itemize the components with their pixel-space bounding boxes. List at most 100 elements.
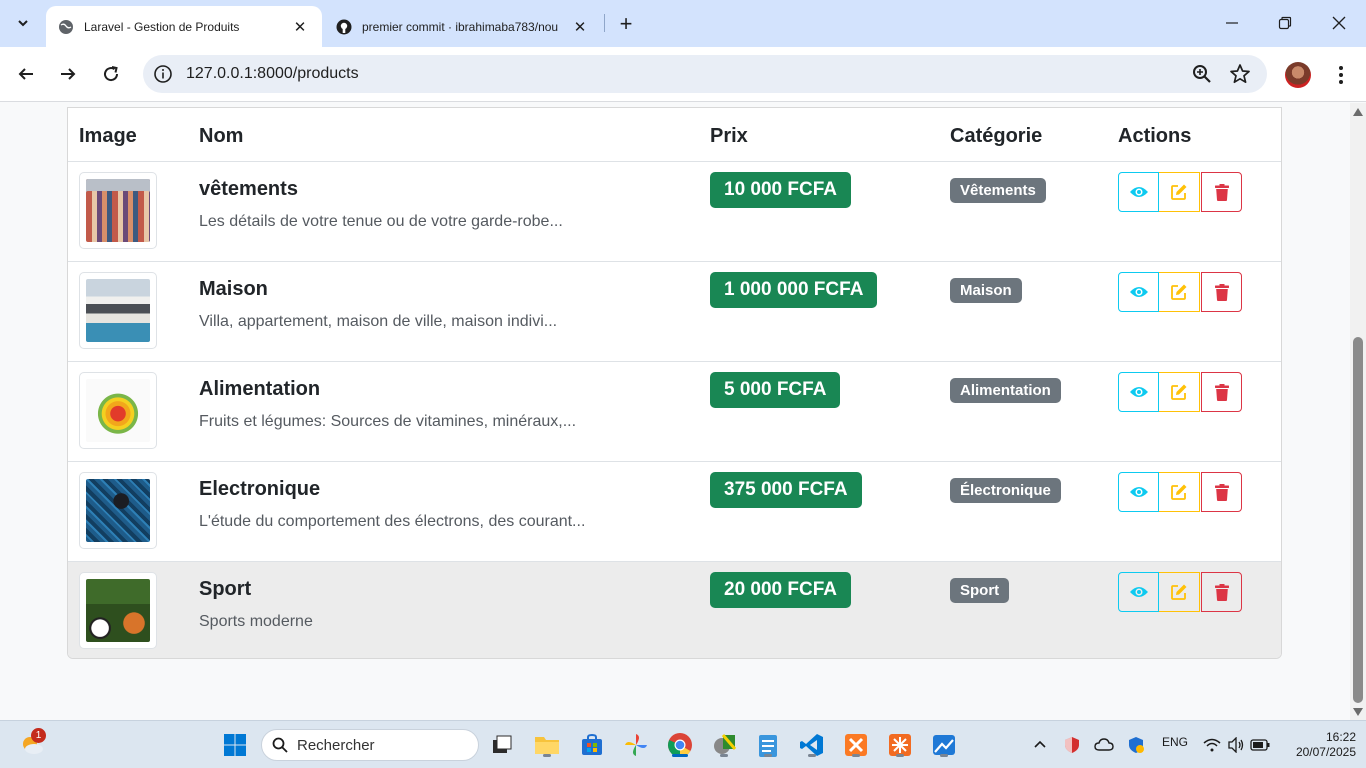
minimize-button[interactable]	[1207, 8, 1257, 38]
tab-laravel[interactable]: Laravel - Gestion de Produits ✕	[46, 6, 322, 47]
trash-icon	[1214, 183, 1229, 201]
delete-button[interactable]	[1201, 172, 1242, 212]
delete-button[interactable]	[1201, 472, 1242, 512]
view-button[interactable]	[1118, 172, 1159, 212]
photos-app[interactable]	[620, 729, 652, 761]
site-info-icon[interactable]	[153, 64, 173, 84]
security-tray-icon[interactable]	[1056, 729, 1088, 761]
browser-menu-button[interactable]	[1328, 62, 1354, 88]
pinned-app[interactable]	[708, 729, 740, 761]
notification-badge: 1	[31, 728, 46, 743]
battery-tray-icon[interactable]	[1244, 729, 1276, 761]
product-thumbnail	[79, 472, 157, 549]
new-tab-button[interactable]: +	[612, 10, 640, 38]
edit-button[interactable]	[1159, 272, 1200, 312]
row-actions	[1118, 272, 1242, 312]
url-text[interactable]: 127.0.0.1:8000/products	[186, 65, 359, 83]
onedrive-tray-icon[interactable]	[1088, 729, 1120, 761]
delete-button[interactable]	[1201, 272, 1242, 312]
xampp-app[interactable]	[840, 729, 872, 761]
notepad-app[interactable]	[752, 729, 784, 761]
pinned-app-2[interactable]	[928, 729, 960, 761]
edit-icon	[1171, 484, 1187, 500]
system-clock[interactable]: 16:22 20/07/2025	[1276, 730, 1356, 760]
task-view-button[interactable]	[486, 729, 518, 761]
eye-icon	[1129, 587, 1148, 597]
product-name: vêtements	[199, 178, 298, 200]
header-actions: Actions	[1118, 125, 1192, 147]
category-badge: Alimentation	[950, 378, 1061, 403]
edit-button[interactable]	[1159, 472, 1200, 512]
running-indicator	[808, 754, 816, 757]
start-button[interactable]	[219, 729, 251, 761]
view-button[interactable]	[1118, 572, 1159, 612]
xampp-control-app[interactable]	[884, 729, 916, 761]
edit-button[interactable]	[1159, 572, 1200, 612]
product-description: Villa, appartement, maison de ville, mai…	[199, 313, 558, 330]
row-actions	[1118, 572, 1242, 612]
show-hidden-icons-button[interactable]	[1024, 729, 1056, 761]
tab-title: premier commit · ibrahimaba783/nou	[362, 19, 559, 34]
edit-icon	[1171, 584, 1187, 600]
language-indicator[interactable]: ENG	[1162, 735, 1188, 749]
clock-date: 20/07/2025	[1295, 745, 1356, 759]
edit-button[interactable]	[1159, 172, 1200, 212]
circuit-board-image	[86, 479, 150, 542]
view-button[interactable]	[1118, 272, 1159, 312]
windows-icon	[224, 734, 246, 756]
zoom-icon[interactable]	[1191, 63, 1213, 85]
view-button[interactable]	[1118, 472, 1159, 512]
search-icon	[272, 737, 288, 753]
arrow-left-icon	[18, 68, 33, 80]
eye-icon	[1129, 487, 1148, 497]
file-explorer-app[interactable]	[531, 729, 563, 761]
scrollbar-thumb[interactable]	[1353, 337, 1363, 703]
close-tab-icon[interactable]: ✕	[570, 17, 590, 37]
view-button[interactable]	[1118, 372, 1159, 412]
vscode-app[interactable]	[796, 729, 828, 761]
microsoft-store-app[interactable]	[576, 729, 608, 761]
scroll-down-arrow[interactable]	[1352, 707, 1364, 717]
restore-button[interactable]	[1260, 8, 1310, 38]
windows-taskbar: 1 Rechercher ENG 16:22 20/07/2025	[0, 720, 1366, 768]
close-tab-icon[interactable]: ✕	[290, 17, 310, 37]
sports-equipment-image	[86, 579, 150, 642]
cloud-icon	[1094, 738, 1114, 751]
trash-icon	[1214, 583, 1229, 601]
defender-tray-icon[interactable]	[1120, 729, 1152, 761]
delete-button[interactable]	[1201, 372, 1242, 412]
running-indicator	[852, 754, 860, 757]
close-window-button[interactable]	[1314, 8, 1364, 38]
taskbar-search[interactable]: Rechercher	[261, 729, 479, 761]
product-description: L'étude du comportement des électrons, d…	[199, 513, 586, 530]
chevron-up-icon	[1034, 740, 1046, 748]
address-bar[interactable]: 127.0.0.1:8000/products	[143, 55, 1267, 93]
back-button[interactable]	[11, 59, 41, 89]
page-viewport: Image Nom Prix Catégorie Actions vêtemen…	[0, 103, 1350, 720]
shield-warning-icon	[1129, 737, 1144, 753]
scroll-up-arrow[interactable]	[1352, 107, 1364, 117]
chrome-app[interactable]	[664, 729, 696, 761]
price-badge: 1 000 000 FCFA	[710, 272, 878, 308]
table-row: Maison Villa, appartement, maison de vil…	[68, 262, 1281, 362]
edit-icon	[1171, 384, 1187, 400]
trash-icon	[1214, 283, 1229, 301]
forward-button[interactable]	[53, 59, 83, 89]
tab-search-button[interactable]	[6, 8, 40, 38]
chevron-down-icon	[18, 20, 28, 27]
product-name: Alimentation	[199, 378, 321, 400]
tab-github[interactable]: premier commit · ibrahimaba783/nou ✕	[324, 6, 602, 47]
delete-button[interactable]	[1201, 572, 1242, 612]
bookmark-star-icon[interactable]	[1229, 63, 1251, 85]
table-row: Alimentation Fruits et légumes: Sources …	[68, 362, 1281, 462]
product-thumbnail	[79, 272, 157, 349]
edit-icon	[1171, 284, 1187, 300]
shield-icon	[1065, 737, 1079, 753]
reload-button[interactable]	[96, 59, 126, 89]
minimize-icon	[1226, 22, 1238, 24]
product-name: Maison	[199, 278, 268, 300]
restore-icon	[1278, 16, 1292, 30]
edit-button[interactable]	[1159, 372, 1200, 412]
profile-avatar[interactable]	[1285, 62, 1311, 88]
product-description: Les détails de votre tenue ou de votre g…	[199, 213, 563, 230]
